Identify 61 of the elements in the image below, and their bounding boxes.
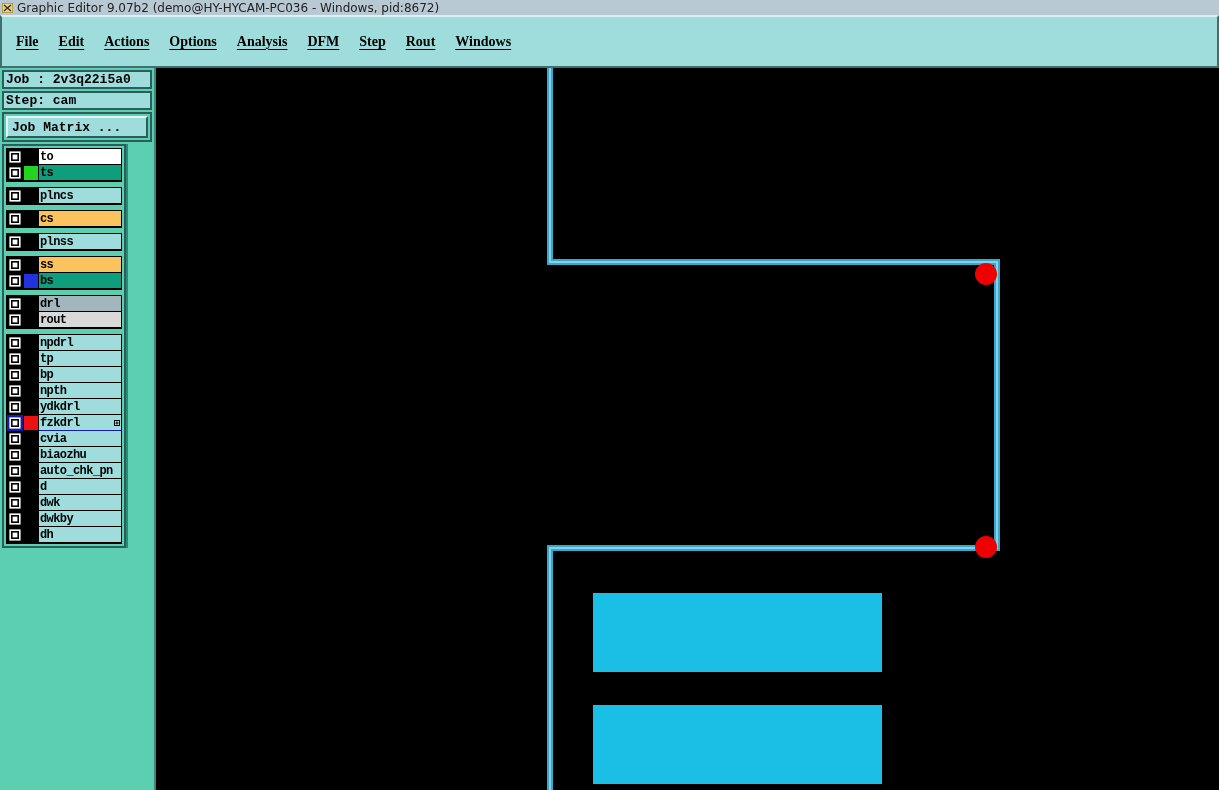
job-matrix-button[interactable]: Job Matrix ... [6,116,148,138]
layer-row[interactable]: d [7,479,121,495]
menu-item[interactable]: Windows [447,33,520,50]
layer-row[interactable]: plnss [7,234,121,250]
menu-item[interactable]: File [8,33,47,50]
layer-name[interactable]: bs [39,273,121,288]
layer-row[interactable]: ss [7,257,121,273]
layer-name[interactable]: dwkby [39,511,121,526]
layer-row[interactable]: cs [7,211,121,227]
layer-name[interactable]: to [39,149,121,164]
pad-dot [975,536,997,558]
layer-row[interactable]: biaozhu [7,447,121,463]
layer-row[interactable]: rout [7,312,121,328]
layer-row[interactable]: ydkdrl [7,399,121,415]
expand-icon[interactable] [114,419,120,426]
menu-item[interactable]: DFM [299,33,348,50]
layer-name[interactable]: auto_chk_pn [39,463,121,478]
layer-name[interactable]: d [39,479,121,494]
layer-row[interactable]: fzkdrl [7,415,121,431]
layer-name[interactable]: npth [39,383,121,398]
layer-row[interactable]: cvia [7,431,121,447]
layer-name[interactable]: plncs [39,188,121,203]
menu-item[interactable]: Edit [50,33,93,50]
menu-item[interactable]: Rout [397,33,444,50]
layer-row[interactable]: auto_chk_pn [7,463,121,479]
layer-row[interactable]: npth [7,383,121,399]
layer-row[interactable]: bs [7,273,121,289]
layer-name[interactable]: dh [39,527,121,542]
layer-name[interactable]: tp [39,351,121,366]
layer-name[interactable]: ydkdrl [39,399,121,414]
layer-name[interactable]: fzkdrl [39,415,121,430]
layer-name[interactable]: plnss [39,234,121,249]
layer-name[interactable]: npdrl [39,335,121,350]
layer-name[interactable]: ts [39,165,121,180]
layer-name[interactable]: ss [39,257,121,272]
layer-row[interactable]: dwk [7,495,121,511]
layer-row[interactable]: plncs [7,188,121,204]
step-label: Step: cam [2,91,152,110]
layer-row[interactable]: tp [7,351,121,367]
layer-name[interactable]: bp [39,367,121,382]
menu-item[interactable]: Options [161,33,225,50]
layer-name[interactable]: drl [39,296,121,311]
menu-item[interactable]: Actions [96,33,158,50]
layer-name[interactable]: dwk [39,495,121,510]
app-icon [2,2,13,13]
pad-dot [975,263,997,285]
layer-name[interactable]: rout [39,312,121,327]
layer-row[interactable]: drl [7,296,121,312]
layer-row[interactable]: dh [7,527,121,543]
menu-item[interactable]: Step [351,33,394,50]
layer-name[interactable]: cs [39,211,121,226]
window-title: Graphic Editor 9.07b2 (demo@HY-HYCAM-PC036 - Windows, pid:8672) [17,0,440,15]
layer-name[interactable]: cvia [39,431,121,446]
layer-row[interactable]: npdrl [7,335,121,351]
layer-row[interactable]: dwkby [7,511,121,527]
menu-item[interactable]: Analysis [228,33,296,50]
layer-row[interactable]: to [7,149,121,165]
layer-row[interactable]: bp [7,367,121,383]
layer-row[interactable]: ts [7,165,121,181]
job-label: Job : 2v3q22i5a0 [2,70,152,89]
layer-name[interactable]: biaozhu [39,447,121,462]
